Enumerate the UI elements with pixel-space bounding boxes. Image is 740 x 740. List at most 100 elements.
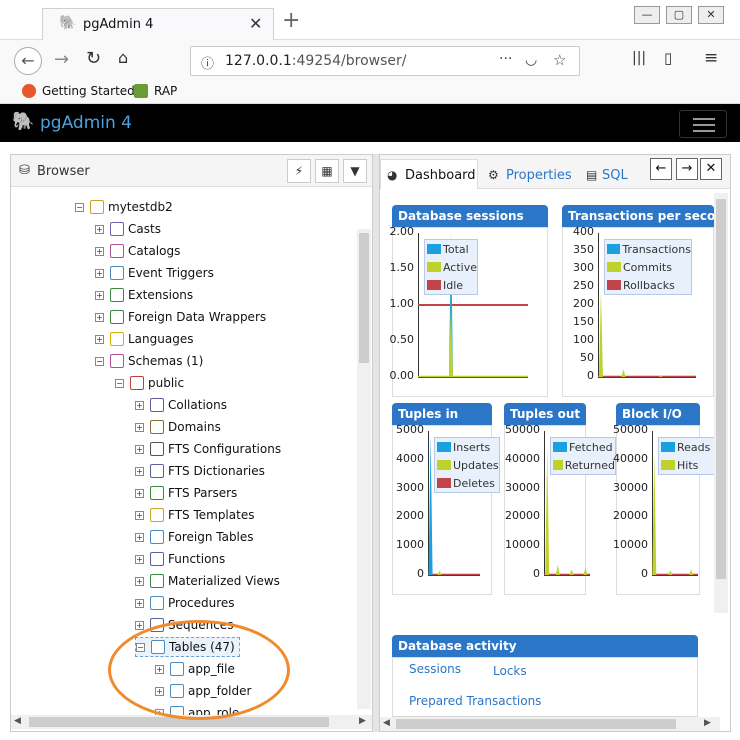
tree-item[interactable]: + Casts — [95, 219, 161, 239]
expand-icon[interactable]: + — [135, 576, 144, 586]
dashboard-horizontal-scrollbar[interactable]: ◀ ▶ — [380, 717, 720, 731]
tree-item[interactable]: + Domains — [135, 417, 221, 437]
browser-tab[interactable]: 🐘 pgAdmin 4 ✕ — [42, 8, 274, 40]
legend-entry[interactable]: Transactions — [605, 240, 691, 258]
back-icon[interactable]: ← — [14, 47, 42, 75]
reload-icon[interactable]: ↻ — [86, 48, 101, 69]
url-bar[interactable]: ⓘ 127.0.0.1:49254/browser/ ··· ◡ ☆ — [190, 46, 580, 76]
expand-icon[interactable]: + — [135, 598, 144, 608]
node-type-icon — [110, 222, 124, 236]
legend-entry[interactable]: Active — [425, 258, 477, 276]
legend-entry[interactable]: Fetched — [551, 438, 615, 456]
expand-icon[interactable]: + — [135, 620, 144, 630]
collapse-icon[interactable]: − — [95, 356, 104, 366]
tree-item[interactable]: + Collations — [135, 395, 227, 415]
tree-item[interactable]: + Foreign Tables — [135, 527, 254, 547]
pocket-icon[interactable]: ◡ — [525, 52, 537, 68]
legend-entry[interactable]: Updates — [435, 456, 499, 474]
tree-item[interactable]: + FTS Parsers — [135, 483, 237, 503]
activity-tab-prepared[interactable]: Prepared Transactions — [409, 694, 541, 708]
tab-sql[interactable]: SQL — [602, 168, 628, 183]
home-icon[interactable]: ⌂ — [118, 48, 128, 67]
tree-item[interactable]: + Foreign Data Wrappers — [95, 307, 266, 327]
expand-icon[interactable]: + — [135, 400, 144, 410]
bookmark-getting-started[interactable]: Getting Started — [42, 84, 135, 98]
expand-icon[interactable]: + — [135, 510, 144, 520]
tree-scroll-thumb[interactable] — [359, 233, 369, 363]
chart-title: Block I/O — [616, 403, 700, 425]
close-panel-button[interactable]: ✕ — [700, 158, 722, 180]
expand-icon[interactable]: + — [95, 246, 104, 256]
expand-icon[interactable]: + — [95, 290, 104, 300]
info-icon[interactable]: ⓘ — [201, 53, 214, 72]
tab-dashboard[interactable]: ◕ Dashboard — [380, 159, 478, 189]
activity-tab-sessions[interactable]: Sessions — [409, 662, 461, 676]
tree-item[interactable]: − public — [115, 373, 184, 393]
legend-swatch — [661, 442, 675, 452]
expand-icon[interactable]: + — [95, 268, 104, 278]
expand-icon[interactable]: + — [135, 554, 144, 564]
series-spike — [598, 290, 603, 377]
expand-icon[interactable]: + — [135, 466, 144, 476]
more-icon[interactable]: ··· — [499, 51, 512, 67]
scroll-right-icon[interactable]: ▶ — [359, 716, 366, 726]
tree-item[interactable]: + Materialized Views — [135, 571, 280, 591]
expand-icon[interactable]: + — [95, 224, 104, 234]
filter-button[interactable]: ▼ — [343, 159, 367, 183]
tree-item[interactable]: + FTS Templates — [135, 505, 254, 525]
view-data-button[interactable]: ▦ — [315, 159, 339, 183]
minimize-icon[interactable]: — — [634, 6, 660, 24]
legend-entry[interactable]: Returned — [551, 456, 615, 474]
hamburger-menu-button[interactable] — [679, 110, 727, 138]
expand-icon[interactable]: + — [135, 444, 144, 454]
tree-item[interactable]: + Extensions — [95, 285, 193, 305]
expand-icon[interactable]: + — [135, 488, 144, 498]
dashboard-scroll-thumb[interactable] — [716, 199, 726, 579]
expand-icon[interactable]: + — [135, 532, 144, 542]
close-tab-icon[interactable]: ✕ — [249, 14, 262, 33]
activity-tab-locks[interactable]: Locks — [493, 664, 527, 678]
tab-properties[interactable]: Properties — [506, 168, 572, 183]
tree-item[interactable]: + FTS Dictionaries — [135, 461, 265, 481]
node-type-icon — [110, 288, 124, 302]
legend-entry[interactable]: Inserts — [435, 438, 499, 456]
rscroll-right-icon[interactable]: ▶ — [704, 718, 711, 728]
tree-item[interactable]: + Catalogs — [95, 241, 180, 261]
rscroll-thumb-h[interactable] — [396, 719, 676, 729]
expand-icon[interactable]: + — [95, 312, 104, 322]
tree-item[interactable]: + Functions — [135, 549, 225, 569]
bookmark-star-icon[interactable]: ☆ — [553, 51, 566, 69]
expand-icon[interactable]: + — [135, 422, 144, 432]
series-spike — [428, 433, 433, 575]
maximize-icon[interactable]: ▢ — [666, 6, 692, 24]
close-window-icon[interactable]: ✕ — [698, 6, 724, 24]
collapse-icon[interactable]: − — [75, 202, 84, 212]
collapse-icon[interactable]: − — [115, 378, 124, 388]
tree-item[interactable]: + FTS Configurations — [135, 439, 281, 459]
tree-item[interactable]: + Procedures — [135, 593, 235, 613]
query-tool-button[interactable]: ⚡ — [287, 159, 311, 183]
library-icon[interactable]: ||| — [632, 50, 646, 66]
new-tab-icon[interactable]: + — [282, 8, 300, 33]
legend-entry[interactable]: Commits — [605, 258, 691, 276]
tree-item[interactable]: − mytestdb2 — [75, 197, 173, 217]
tab-prev-button[interactable]: ← — [650, 158, 672, 180]
tree-item[interactable]: − Schemas (1) — [95, 351, 203, 371]
tab-next-button[interactable]: → — [676, 158, 698, 180]
sidebar-icon[interactable]: ▯ — [664, 49, 672, 67]
rscroll-left-icon[interactable]: ◀ — [383, 718, 390, 728]
legend-entry[interactable]: Rollbacks — [605, 276, 691, 294]
node-type-icon — [150, 398, 164, 412]
forward-icon[interactable]: → — [54, 49, 69, 70]
tree-item[interactable]: + Languages — [95, 329, 193, 349]
expand-icon[interactable]: + — [95, 334, 104, 344]
tree-item[interactable]: + Event Triggers — [95, 263, 214, 283]
tree-item-label: Domains — [168, 420, 221, 434]
bookmark-rap[interactable]: RAP — [154, 84, 177, 98]
scroll-left-icon[interactable]: ◀ — [14, 716, 21, 726]
legend-entry[interactable]: Total — [425, 240, 477, 258]
legend-entry[interactable]: Deletes — [435, 474, 499, 492]
tree-item-label: Procedures — [168, 596, 235, 610]
legend-entry[interactable]: Idle — [425, 276, 477, 294]
menu-icon[interactable]: ≡ — [704, 48, 718, 68]
